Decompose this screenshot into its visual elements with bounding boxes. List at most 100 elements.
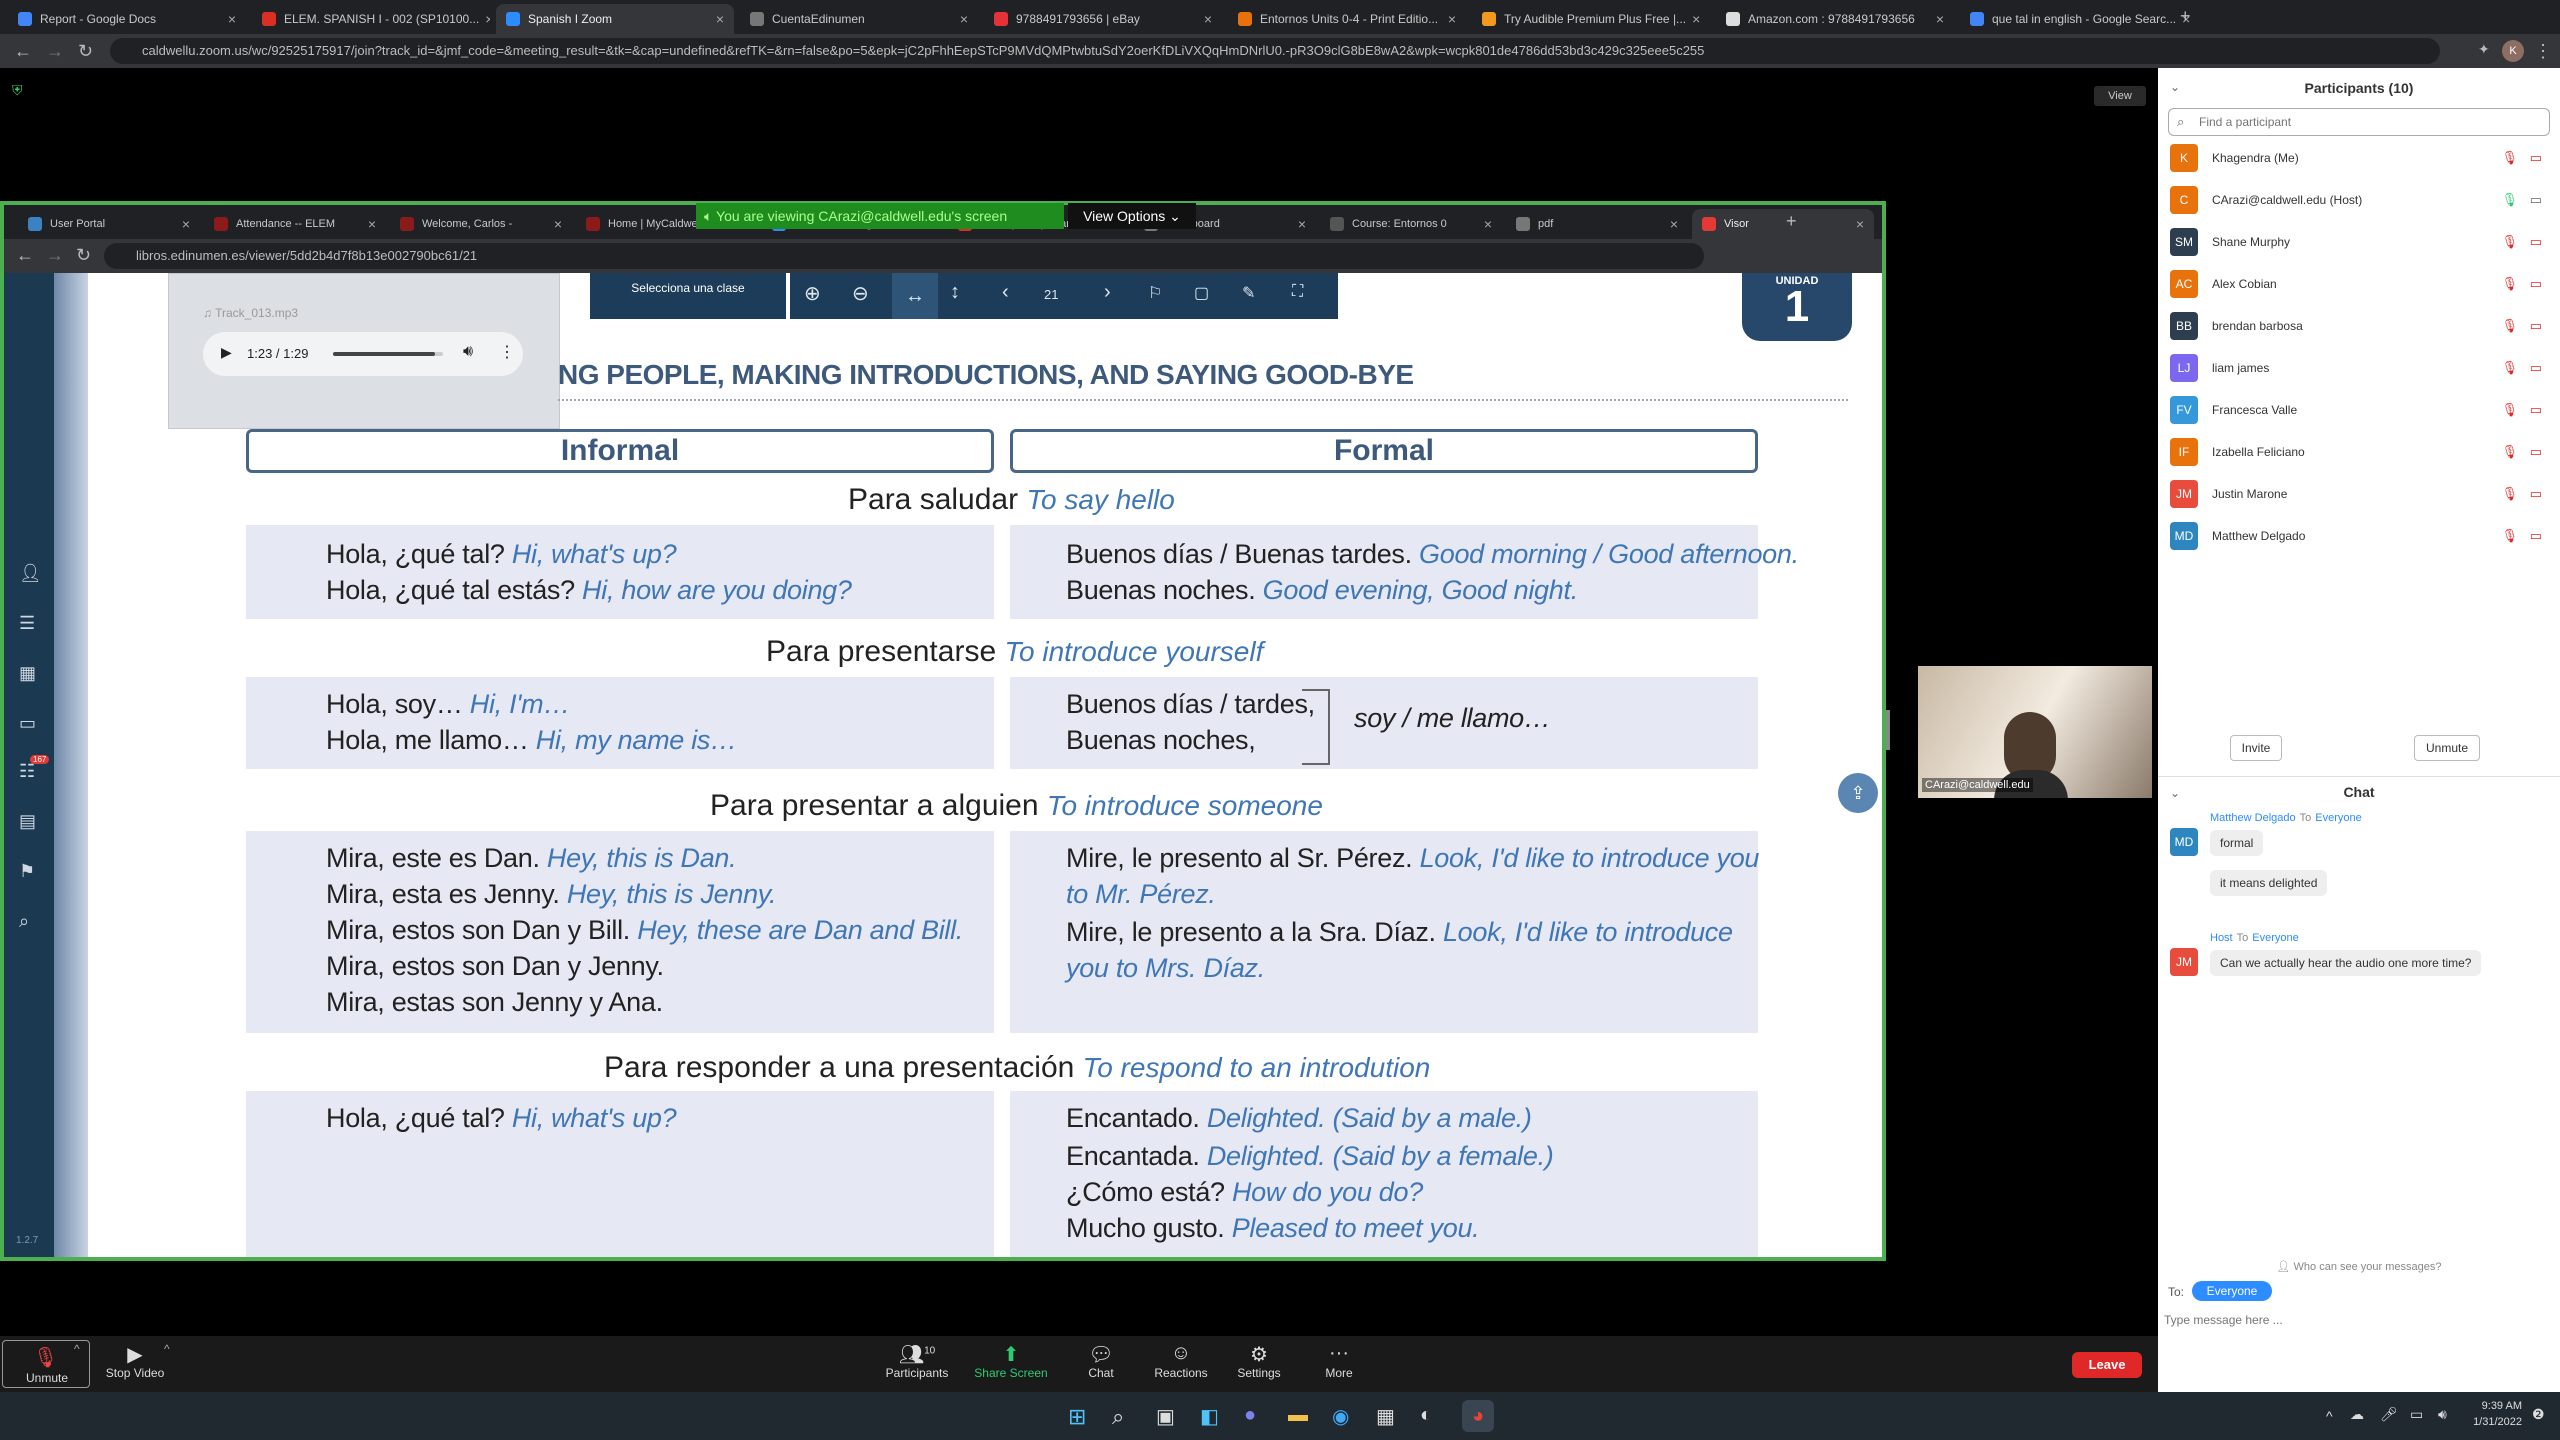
new-tab-icon[interactable]: + bbox=[2180, 6, 2191, 27]
folder-icon[interactable]: ▭ bbox=[19, 713, 36, 734]
audio-options-caret-icon[interactable]: ^ bbox=[74, 1342, 80, 1356]
network-icon[interactable]: ▭ bbox=[2410, 1406, 2423, 1423]
participant-row[interactable]: IF Izabella Feliciano 🎙︎ ▭ bbox=[2170, 434, 2550, 470]
browser-tab[interactable]: Report - Google Docs × bbox=[8, 4, 246, 34]
back-icon[interactable]: ← bbox=[16, 245, 34, 266]
reload-icon[interactable]: ↻ bbox=[78, 41, 93, 62]
close-icon[interactable]: × bbox=[222, 11, 236, 27]
url-field[interactable]: caldwellu.zoom.us/wc/92525175917/join?tr… bbox=[110, 38, 2440, 64]
participant-row[interactable]: BB brendan barbosa 🎙︎ ▭ bbox=[2170, 308, 2550, 344]
widgets-icon[interactable]: ◧ bbox=[1200, 1404, 1219, 1429]
participant-row[interactable]: JM Justin Marone 🎙︎ ▭ bbox=[2170, 476, 2550, 512]
close-icon[interactable]: × bbox=[1686, 11, 1700, 27]
leave-button[interactable]: Leave bbox=[2072, 1352, 2142, 1378]
close-icon[interactable]: × bbox=[1930, 11, 1944, 27]
teams-icon[interactable]: ● bbox=[1244, 1404, 1256, 1427]
task-view-icon[interactable]: ▣ bbox=[1156, 1404, 1175, 1429]
user-icon[interactable]: 👤︎ bbox=[19, 563, 42, 584]
url-field[interactable]: libros.edinumen.es/viewer/5dd2b4d7f8b13e… bbox=[104, 243, 1704, 269]
zoom-out-icon[interactable]: ⊖ bbox=[852, 281, 869, 306]
fullscreen-icon[interactable]: ⛶ bbox=[1292, 283, 1303, 301]
video-tile[interactable]: CArazi@caldwell.edu bbox=[1918, 666, 2152, 798]
search-icon[interactable]: ⌕ bbox=[19, 911, 29, 932]
participant-row[interactable]: MD Matthew Delgado 🎙︎ ▭ bbox=[2170, 518, 2550, 554]
browser-tab[interactable]: Spanish I Zoom × bbox=[496, 4, 734, 34]
notes-icon[interactable]: ▤ bbox=[19, 811, 36, 832]
grid-icon[interactable]: ▦ bbox=[19, 663, 36, 684]
resize-handle[interactable] bbox=[1886, 710, 1890, 750]
page-number[interactable]: 21 bbox=[1044, 287, 1058, 302]
extensions-icon[interactable]: ✦ bbox=[2478, 41, 2490, 58]
unmute-all-button[interactable]: Unmute bbox=[2414, 735, 2480, 761]
back-icon[interactable]: ← bbox=[14, 41, 32, 62]
browser-tab[interactable]: ELEM. SPANISH I - 002 (SP10100... × bbox=[252, 4, 490, 34]
notifications-icon[interactable]: ❷ bbox=[2532, 1406, 2545, 1423]
onedrive-icon[interactable]: ☁ bbox=[2350, 1406, 2364, 1423]
reload-icon[interactable]: ↻ bbox=[76, 245, 91, 266]
browser-tab[interactable]: CuentaEdinumen × bbox=[740, 4, 978, 34]
bookmark-icon[interactable]: ⚑ bbox=[19, 861, 35, 882]
shared-browser-tab[interactable]: pdf × bbox=[1506, 209, 1688, 239]
reactions-button[interactable]: ☺ Reactions bbox=[1136, 1342, 1226, 1380]
close-icon[interactable]: × bbox=[362, 216, 376, 232]
shared-browser-tab[interactable]: Attendance -- ELEM × bbox=[204, 209, 386, 239]
more-options-icon[interactable]: ⋮ bbox=[499, 342, 515, 362]
store-icon[interactable]: ▦ bbox=[1376, 1404, 1395, 1429]
shared-browser-tab[interactable]: Welcome, Carlos - × bbox=[390, 209, 572, 239]
participant-row[interactable]: LJ liam james 🎙︎ ▭ bbox=[2170, 350, 2550, 386]
tasks-icon[interactable]: ☷ bbox=[19, 761, 35, 782]
fit-height-icon[interactable]: ↕ bbox=[950, 281, 960, 304]
new-tab-icon[interactable]: + bbox=[1786, 211, 1797, 232]
participant-search[interactable]: ⌕ bbox=[2168, 108, 2550, 136]
who-can-see-link[interactable]: 👤︎ Who can see your messages? bbox=[2158, 1260, 2560, 1273]
app-icon[interactable]: ◐ bbox=[1420, 1404, 1432, 1427]
prev-page-icon[interactable]: ‹ bbox=[1002, 281, 1009, 304]
view-button[interactable]: View bbox=[2094, 86, 2146, 106]
browser-tab[interactable]: Entornos Units 0-4 - Print Editio... × bbox=[1228, 4, 1466, 34]
select-class-dropdown[interactable]: Selecciona una clase bbox=[590, 273, 786, 319]
bookmark-icon[interactable]: ⚐ bbox=[1148, 283, 1162, 303]
start-icon[interactable]: ⊞ bbox=[1068, 1404, 1086, 1430]
audio-fab-icon[interactable]: ⇪ bbox=[1838, 773, 1878, 813]
close-icon[interactable]: × bbox=[548, 216, 562, 232]
play-icon[interactable]: ▶ bbox=[221, 344, 232, 361]
forward-icon[interactable]: → bbox=[46, 245, 64, 266]
close-icon[interactable]: × bbox=[710, 11, 724, 27]
recipient-dropdown[interactable]: Everyone bbox=[2192, 1281, 2272, 1301]
participant-row[interactable]: C CArazi@caldwell.edu (Host) 🎙︎ ▭ bbox=[2170, 182, 2550, 218]
close-icon[interactable]: × bbox=[1478, 216, 1492, 232]
search-icon[interactable]: ⌕ bbox=[1112, 1404, 1124, 1430]
browser-tab[interactable]: Amazon.com : 9788491793656 × bbox=[1716, 4, 1954, 34]
share-screen-button[interactable]: ⬆︎ Share Screen bbox=[966, 1342, 1056, 1380]
view-options-button[interactable]: View Options ⌄ bbox=[1068, 203, 1196, 229]
close-icon[interactable]: × bbox=[1198, 11, 1212, 27]
close-icon[interactable]: × bbox=[1850, 216, 1864, 232]
clock-date[interactable]: 1/31/2022 bbox=[2452, 1416, 2522, 1428]
file-explorer-icon[interactable]: ▬ bbox=[1288, 1404, 1308, 1427]
zoom-in-icon[interactable]: ⊕ bbox=[804, 281, 821, 306]
close-icon[interactable]: × bbox=[479, 11, 490, 27]
next-page-icon[interactable]: › bbox=[1104, 281, 1111, 304]
settings-button[interactable]: ⚙ Settings bbox=[1214, 1342, 1304, 1380]
profile-avatar[interactable]: K bbox=[2502, 40, 2524, 62]
chat-input[interactable] bbox=[2164, 1308, 2552, 1332]
audio-progress[interactable] bbox=[333, 352, 443, 356]
participants-button[interactable]: 👥︎10 Participants bbox=[872, 1342, 962, 1380]
forward-icon[interactable]: → bbox=[46, 41, 64, 62]
invite-button[interactable]: Invite bbox=[2230, 735, 2282, 761]
browser-menu-icon[interactable]: ⋮ bbox=[2534, 41, 2552, 62]
close-icon[interactable]: × bbox=[1292, 216, 1306, 232]
shared-browser-tab[interactable]: User Portal × bbox=[18, 209, 200, 239]
participant-row[interactable]: SM Shane Murphy 🎙︎ ▭ bbox=[2170, 224, 2550, 260]
chrome-icon[interactable]: ◕ bbox=[1462, 1400, 1494, 1432]
shared-browser-tab[interactable]: Course: Entornos 0 × bbox=[1320, 209, 1502, 239]
edge-icon[interactable]: ◉ bbox=[1332, 1404, 1349, 1429]
mic-icon[interactable]: 🎤︎ bbox=[2380, 1406, 2398, 1423]
close-icon[interactable]: × bbox=[954, 11, 968, 27]
list-icon[interactable]: ☰ bbox=[19, 613, 35, 634]
close-icon[interactable]: × bbox=[176, 216, 190, 232]
close-icon[interactable]: × bbox=[1664, 216, 1678, 232]
more-button[interactable]: ··· More bbox=[1294, 1342, 1384, 1380]
pen-icon[interactable]: ✎ bbox=[1242, 283, 1255, 303]
participant-row[interactable]: K Khagendra (Me) 🎙︎ ▭ bbox=[2170, 140, 2550, 176]
